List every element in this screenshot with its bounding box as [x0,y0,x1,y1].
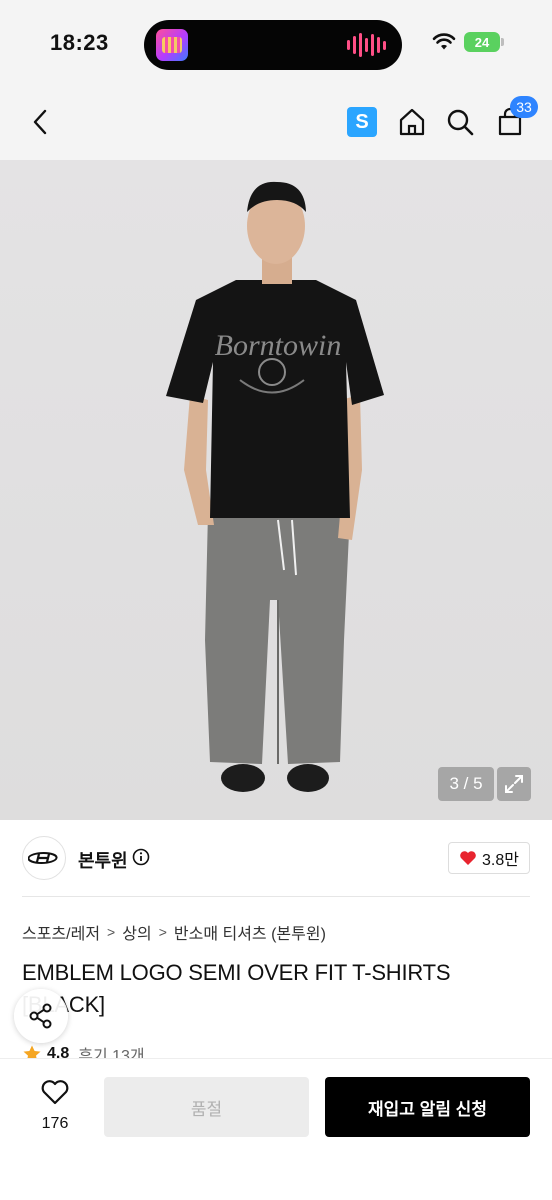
product-image[interactable]: Borntowin [0,160,552,820]
share-icon [29,1003,52,1029]
app-header: S 33 [0,90,552,160]
home-icon [399,108,425,136]
info-icon [132,848,150,866]
chevron-left-icon [33,109,47,135]
audio-wave-icon [347,33,386,57]
brand-logo[interactable] [22,836,66,880]
back-button[interactable] [20,102,60,142]
brand-row: 본투윈 3.8만 [22,836,530,880]
status-bar: 18:23 24 [0,0,552,90]
cart-button[interactable]: 33 [490,96,538,142]
wifi-icon [432,33,456,50]
search-icon [447,109,474,136]
brand-info-button[interactable] [132,848,150,871]
breadcrumb: 스포츠/레저 > 상의 > 반소매 티셔츠 (본투윈) [22,920,326,944]
product-photo-illustration: Borntowin [166,181,384,792]
s-logo-icon: S [347,107,377,137]
brand-name[interactable]: 본투윈 [78,847,128,873]
heart-filled-icon [460,851,476,865]
wishlist-button[interactable]: 176 [30,1079,80,1133]
chevron-right-icon: > [158,924,167,940]
expand-image-button[interactable] [497,767,531,801]
bottom-action-bar: 176 품절 재입고 알림 신청 [0,1058,552,1200]
heart-outline-icon [41,1080,69,1105]
s-menu-button[interactable]: S [342,102,382,142]
brand-logo-icon [28,852,58,864]
brand-like-button[interactable]: 3.8만 [448,842,530,874]
expand-icon [505,775,523,793]
home-button[interactable] [392,102,432,142]
divider [22,896,530,897]
image-counter: 3 / 5 [438,767,494,801]
share-button[interactable] [14,989,68,1043]
dynamic-island [144,20,402,70]
product-title: EMBLEM LOGO SEMI OVER FIT T-SHIRTS [BLAC… [22,960,451,1017]
search-button[interactable] [440,102,480,142]
restock-alert-button[interactable]: 재입고 알림 신청 [325,1077,530,1137]
status-time: 18:23 [50,30,109,55]
brand-like-count: 3.8만 [482,852,519,869]
music-app-icon [156,29,188,61]
status-icons: 24 [432,32,504,52]
wishlist-count: 176 [41,1115,69,1132]
breadcrumb-item-short-sleeve[interactable]: 반소매 티셔츠 (본투윈) [174,920,326,944]
soldout-button: 품절 [104,1077,309,1137]
breadcrumb-item-tops[interactable]: 상의 [122,920,151,944]
svg-text:Borntowin: Borntowin [215,329,342,362]
chevron-right-icon: > [107,924,116,940]
breadcrumb-item-sports[interactable]: 스포츠/레저 [22,920,100,944]
battery-icon: 24 [464,32,504,52]
cart-count-badge: 33 [510,96,538,118]
